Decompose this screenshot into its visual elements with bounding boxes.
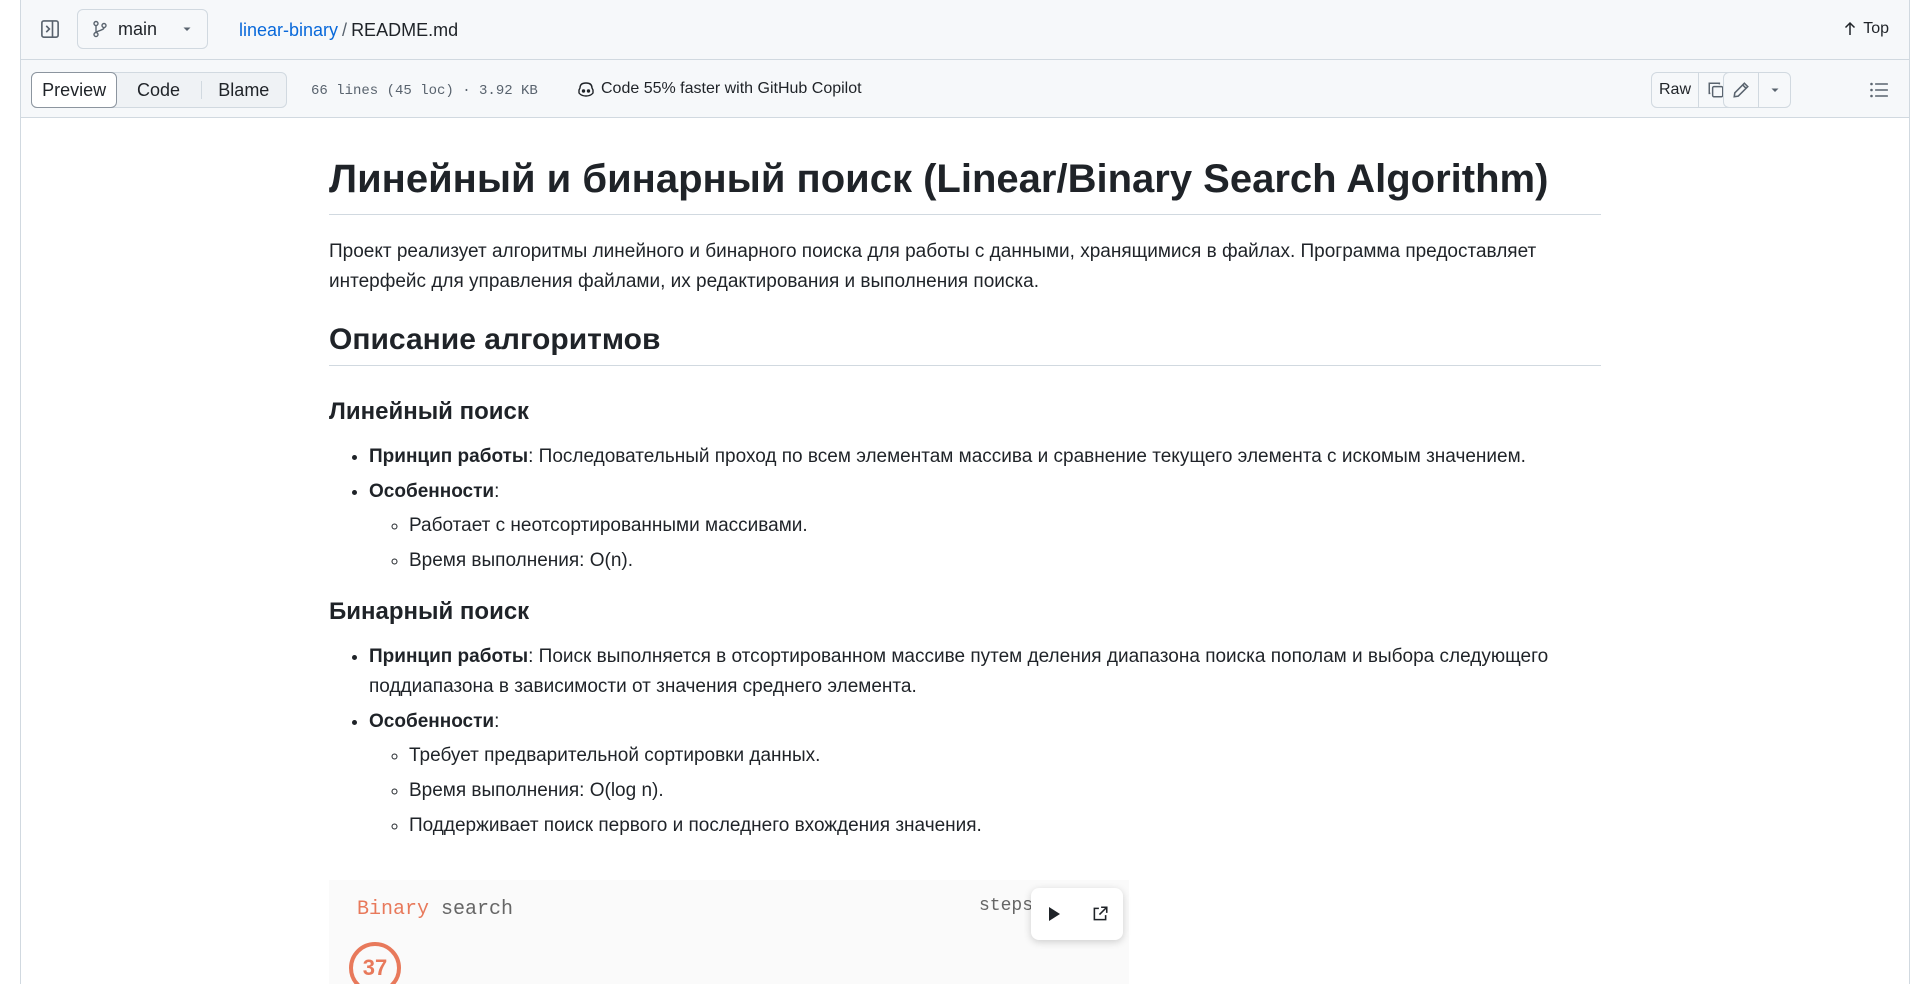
sidebar-toggle-icon [41, 20, 59, 38]
breadcrumb-separator: / [342, 20, 348, 40]
breadcrumb: linear-binary / README.md [239, 20, 458, 41]
list-item: Особенности: Работает с неотсортированны… [369, 477, 1601, 576]
list-item: Требует предварительной сортировки данны… [409, 741, 1601, 771]
file-meta: 66 lines (45 loc) · 3.92 KB [311, 83, 538, 99]
features-colon: : [494, 481, 500, 502]
animation-title-highlight: Binary [357, 898, 430, 921]
binary-search-heading: Бинарный поиск [329, 598, 530, 625]
link-external-icon [1093, 906, 1108, 921]
features-sublist: Требует предварительной сортировки данны… [369, 741, 1601, 841]
binary-search-list: Принцип работы: Поиск выполняется в отсо… [329, 642, 1601, 841]
branch-label: main [118, 18, 158, 39]
animation-steps-label: steps [979, 896, 1034, 916]
copilot-promo-link[interactable]: Code 55% faster with GitHub Copilot [577, 80, 862, 98]
breadcrumb-file: README.md [351, 20, 459, 40]
outline-button[interactable] [1861, 72, 1897, 108]
principle-label: Принцип работы [369, 646, 529, 667]
tab-blame[interactable]: Blame [202, 73, 286, 107]
list-item: Работает с неотсортированными массивами. [409, 511, 1601, 541]
copy-icon [1708, 82, 1723, 98]
list-item: Время выполнения: O(n). [409, 546, 1601, 576]
back-to-top-button[interactable]: Top [1843, 20, 1889, 38]
raw-button[interactable]: Raw [1652, 73, 1698, 107]
tab-code[interactable]: Code [116, 73, 200, 107]
page-title: Линейный и бинарный поиск (Linear/Binary… [329, 154, 1601, 215]
sidebar-toggle-button[interactable] [35, 14, 65, 44]
pencil-icon [1733, 82, 1749, 98]
top-label: Top [1863, 20, 1889, 37]
list-item: Особенности: Требует предварительной сор… [369, 707, 1601, 841]
chevron-down-icon [1771, 88, 1778, 92]
play-button[interactable] [1046, 905, 1062, 923]
list-item: Принцип работы: Последовательный проход … [369, 442, 1601, 472]
tab-preview[interactable]: Preview [31, 72, 118, 108]
readme-article: Линейный и бинарный поиск (Linear/Binary… [329, 118, 1601, 846]
arrow-up-icon [1845, 21, 1856, 35]
media-controls [1031, 888, 1123, 940]
list-item: Поддерживает поиск первого и последнего … [409, 811, 1601, 841]
features-colon: : [494, 711, 500, 732]
linear-search-heading: Линейный поиск [329, 398, 529, 425]
edit-dropdown-button[interactable] [1758, 73, 1790, 107]
list-item: Принцип работы: Поиск выполняется в отсо… [369, 642, 1601, 702]
principle-text: : Последовательный проход по всем элемен… [528, 446, 1526, 467]
principle-label: Принцип работы [369, 446, 529, 467]
file-header: main linear-binary / README.md Top [21, 0, 1909, 60]
copilot-text: Code 55% faster with GitHub Copilot [601, 80, 862, 97]
git-branch-icon [93, 20, 107, 38]
play-icon [1048, 907, 1060, 921]
chevron-down-icon [183, 27, 191, 31]
breadcrumb-repo-link[interactable]: linear-binary [239, 20, 338, 40]
linear-search-list: Принцип работы: Последовательный проход … [329, 442, 1601, 576]
intro-paragraph: Проект реализует алгоритмы линейного и б… [329, 241, 1537, 292]
file-toolbar: Preview Code Blame 66 lines (45 loc) · 3… [21, 60, 1909, 118]
features-sublist: Работает с неотсортированными массивами.… [369, 511, 1601, 576]
branch-selector[interactable]: main [77, 9, 208, 49]
list-item: Время выполнения: O(log n). [409, 776, 1601, 806]
binary-search-animation: Binary search steps 37 [329, 880, 1129, 984]
features-label: Особенности [369, 481, 495, 502]
animation-target-value: 37 [349, 942, 401, 984]
animation-title: Binary search [357, 898, 513, 921]
open-external-button[interactable] [1091, 905, 1109, 923]
animation-title-rest: search [429, 898, 514, 921]
copilot-icon [578, 82, 594, 97]
edit-actions-group [1723, 72, 1791, 108]
edit-file-button[interactable] [1724, 73, 1758, 107]
principle-text: : Поиск выполняется в отсортированном ма… [369, 646, 1549, 697]
section-heading: Описание алгоритмов [329, 323, 1601, 366]
view-mode-tabs: Preview Code Blame [31, 72, 287, 108]
features-label: Особенности [369, 711, 495, 732]
list-unordered-icon [1870, 82, 1888, 98]
